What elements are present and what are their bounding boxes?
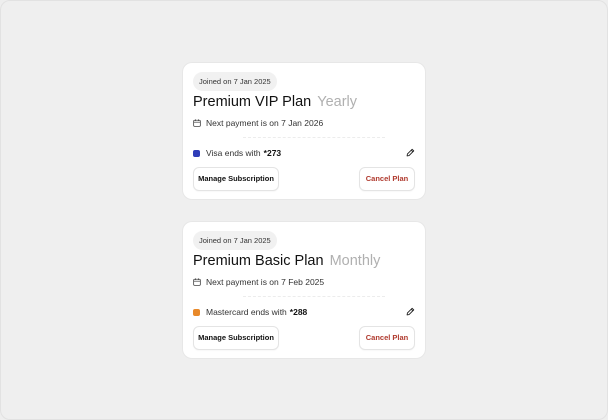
manage-subscription-button[interactable]: Manage Subscription xyxy=(193,326,279,350)
cancel-plan-button[interactable]: Cancel Plan xyxy=(359,167,415,191)
next-payment-row: Next payment is on 7 Jan 2026 xyxy=(193,117,323,129)
payment-method-label: Mastercard ends with xyxy=(206,307,287,317)
mastercard-card-icon xyxy=(193,308,200,316)
divider xyxy=(243,137,385,138)
payment-method-label: Visa ends with xyxy=(206,148,261,158)
visa-card-icon xyxy=(193,149,200,157)
subscription-card: Joined on 7 Jan 2025 Premium Basic Plan … xyxy=(183,222,425,358)
payment-method-row: Visa ends with *273 xyxy=(193,147,281,159)
billing-period: Yearly xyxy=(317,94,358,110)
pencil-icon[interactable] xyxy=(406,148,415,157)
pencil-icon[interactable] xyxy=(406,307,415,316)
billing-period: Monthly xyxy=(329,253,381,269)
plan-title: Premium Basic Plan Monthly xyxy=(193,253,380,269)
card-last-digits: *288 xyxy=(289,307,308,317)
plan-name: Premium VIP Plan xyxy=(193,94,312,110)
plan-title: Premium VIP Plan Yearly xyxy=(193,94,357,110)
joined-date-badge: Joined on 7 Jan 2025 xyxy=(193,231,277,250)
cancel-plan-button[interactable]: Cancel Plan xyxy=(359,326,415,350)
divider xyxy=(243,296,385,297)
next-payment-text: Next payment is on 7 Jan 2026 xyxy=(206,118,324,128)
plan-name: Premium Basic Plan xyxy=(193,253,324,269)
card-last-digits: *273 xyxy=(263,148,282,158)
payment-method-row: Mastercard ends with *288 xyxy=(193,306,307,318)
next-payment-text: Next payment is on 7 Feb 2025 xyxy=(206,277,325,287)
manage-subscription-button[interactable]: Manage Subscription xyxy=(193,167,279,191)
subscription-card: Joined on 7 Jan 2025 Premium VIP Plan Ye… xyxy=(183,63,425,199)
calendar-icon xyxy=(193,119,201,127)
calendar-icon xyxy=(193,278,201,286)
joined-date-badge: Joined on 7 Jan 2025 xyxy=(193,72,277,91)
next-payment-row: Next payment is on 7 Feb 2025 xyxy=(193,276,324,288)
